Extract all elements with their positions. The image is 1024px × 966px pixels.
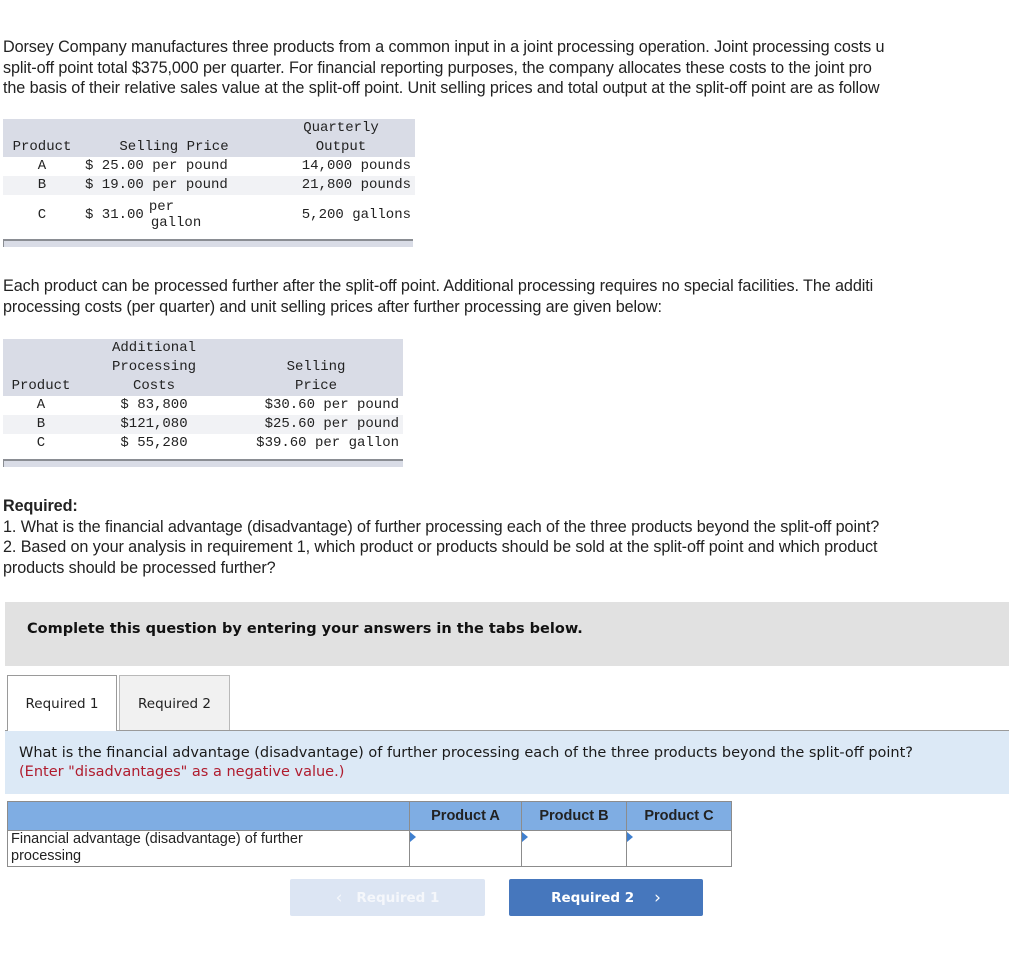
output-cell: 21,800 pounds <box>267 176 415 195</box>
price-unit: per pound <box>152 158 228 174</box>
product-b-input[interactable] <box>522 831 626 865</box>
unit-line: gallon <box>150 215 202 231</box>
further-processing-table: Product Additional Processing Costs Sell… <box>3 339 403 453</box>
required-heading: Required: <box>3 497 78 515</box>
intro-paragraph: Dorsey Company manufactures three produc… <box>3 37 1024 99</box>
row-label: Financial advantage (disadvantage) of fu… <box>7 830 410 867</box>
header-line: Costs <box>132 378 175 394</box>
instruction-banner: Complete this question by entering your … <box>5 602 1009 666</box>
input-marker-icon <box>522 832 528 842</box>
row-label-line: Financial advantage (disadvantage) of fu… <box>11 831 303 847</box>
product-c-cell <box>626 830 732 867</box>
product-cell: A <box>36 397 46 413</box>
header-line: Output <box>315 139 367 155</box>
tab-required-2[interactable]: Required 2 <box>119 675 230 731</box>
price-value: $ 31.00 <box>85 206 144 223</box>
question-text: What is the financial advantage (disadva… <box>19 745 913 761</box>
further-processing-paragraph: Each product can be processed further af… <box>3 276 1024 317</box>
header-product: Product <box>3 119 81 157</box>
header-additional-costs: Additional Processing Costs <box>79 339 229 396</box>
answer-table: Product A Product B Product C Financial … <box>7 801 732 867</box>
next-required-button[interactable]: Required 2 › <box>509 879 703 916</box>
header-line: Processing <box>111 359 196 375</box>
header-product: Product <box>3 339 79 396</box>
unit-line: per <box>148 199 175 215</box>
chevron-left-icon: ‹ <box>335 887 343 908</box>
price-cell: $30.60 per pound <box>264 397 399 413</box>
intro-line: Dorsey Company manufactures three produc… <box>3 38 885 56</box>
header-line: Price <box>294 378 337 394</box>
tab-required-1[interactable]: Required 1 <box>7 675 117 731</box>
input-marker-icon <box>627 832 633 842</box>
header-selling-price: Selling Price <box>229 339 403 396</box>
table-row: B $121,080 $25.60 per pound <box>3 415 403 434</box>
next-label: Required 2 <box>551 889 635 906</box>
price-unit: per gallon <box>144 199 201 231</box>
header-line: Selling <box>286 359 346 375</box>
cost-cell: $ 55,280 <box>120 435 188 451</box>
header-product-b: Product B <box>521 801 627 831</box>
product-cell: A <box>37 158 47 174</box>
table-footer-rule <box>3 459 403 467</box>
header-quarterly-output: Quarterly Output <box>267 119 415 157</box>
question-panel: What is the financial advantage (disadva… <box>5 731 1009 794</box>
product-cell: C <box>37 206 47 223</box>
table-row: A $ 83,800 $30.60 per pound <box>3 396 403 415</box>
price-cell: $ 25.00 per pound <box>81 157 267 176</box>
required-line: products should be processed further? <box>3 558 276 577</box>
product-cell: B <box>3 176 81 195</box>
splitoff-table: Product Selling Price Quarterly Output A… <box>3 119 415 235</box>
intro-line: the basis of their relative sales value … <box>3 79 880 97</box>
required-section: Required: 1. What is the financial advan… <box>3 496 1024 578</box>
price-cell: $39.60 per gallon <box>256 435 399 451</box>
requirement-tabs: Required 1 Required 2 <box>7 675 230 731</box>
product-cell: C <box>36 435 46 451</box>
output-cell: 5,200 gallons <box>301 206 411 223</box>
header-line: Additional <box>111 340 196 356</box>
input-marker-icon <box>410 832 416 842</box>
header-product-a: Product A <box>409 801 522 831</box>
table-row: B $ 19.00 per pound 21,800 pounds <box>3 176 415 195</box>
output-cell: 14,000 pounds <box>301 158 411 174</box>
required-line: 2. Based on your analysis in requirement… <box>3 538 878 556</box>
previous-required-button[interactable]: ‹ Required 1 <box>290 879 485 916</box>
price-cell: $25.60 per pound <box>229 415 403 434</box>
cost-cell: $ 83,800 <box>120 397 188 413</box>
product-cell: B <box>3 415 79 434</box>
product-a-input[interactable] <box>410 831 521 865</box>
question-note: (Enter "disadvantages" as a negative val… <box>19 764 345 780</box>
price-unit: per pound <box>152 177 228 193</box>
table-footer-rule <box>3 239 413 247</box>
price-value: $ 19.00 <box>85 177 144 193</box>
product-c-input[interactable] <box>627 831 731 865</box>
price-cell: $ 31.00 per gallon <box>81 195 267 235</box>
table-row: A $ 25.00 per pound 14,000 pounds <box>3 157 415 176</box>
header-selling-price: Selling Price <box>81 119 267 157</box>
header-product-c: Product C <box>626 801 732 831</box>
para-line: Each product can be processed further af… <box>3 277 874 295</box>
price-value: $ 25.00 <box>85 158 144 174</box>
required-line: 1. What is the financial advantage (disa… <box>3 517 880 536</box>
cost-cell: $121,080 <box>79 415 229 434</box>
product-a-cell <box>409 830 522 867</box>
para-line: processing costs (per quarter) and unit … <box>3 297 662 316</box>
intro-line: split-off point total $375,000 per quart… <box>3 58 872 77</box>
table-row: C $ 55,280 $39.60 per gallon <box>3 434 403 453</box>
header-blank <box>7 801 410 831</box>
table-row: C $ 31.00 per gallon 5,200 gallons <box>3 195 415 235</box>
product-b-cell <box>521 830 627 867</box>
price-cell: $ 19.00 per pound <box>81 176 267 195</box>
previous-label: Required 1 <box>356 889 440 906</box>
chevron-right-icon: › <box>654 887 661 908</box>
row-label-line: processing <box>11 848 82 864</box>
table-row: Financial advantage (disadvantage) of fu… <box>7 830 732 867</box>
header-line: Quarterly <box>303 120 379 136</box>
